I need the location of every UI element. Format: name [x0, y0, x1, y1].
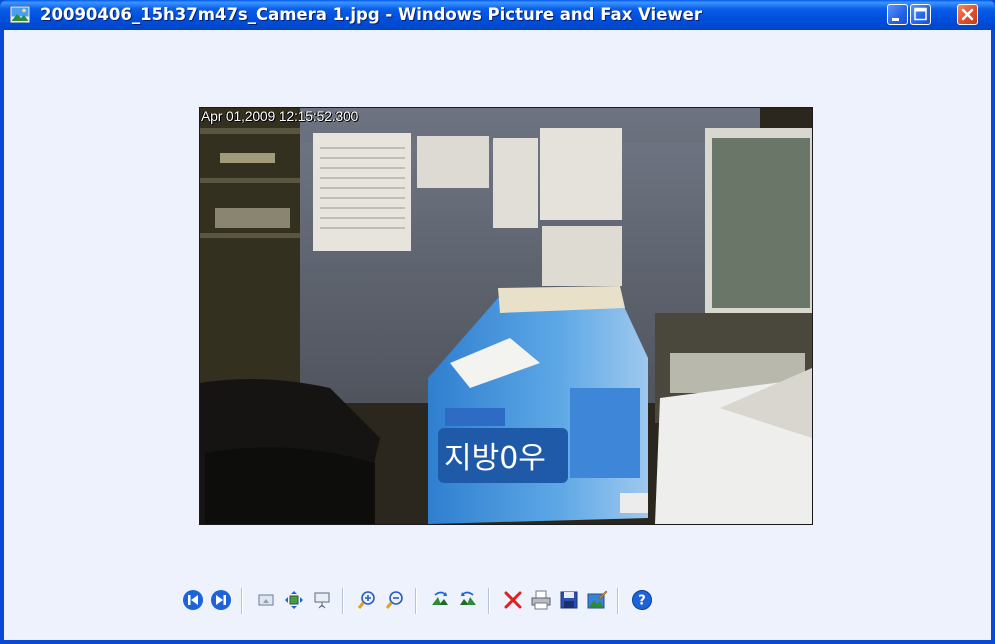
open-for-editing-button[interactable]: [583, 586, 611, 614]
next-image-button[interactable]: [207, 586, 235, 614]
previous-icon: [183, 590, 203, 610]
print-button[interactable]: [527, 586, 555, 614]
rotate-counterclockwise-icon: [460, 591, 476, 605]
title-bar[interactable]: 20090406_15h37m47s_Camera 1.jpg - Window…: [0, 0, 995, 30]
minimize-button[interactable]: [887, 4, 908, 25]
previous-image-button[interactable]: [179, 586, 207, 614]
help-button[interactable]: ?: [628, 586, 656, 614]
slideshow-icon: [314, 592, 330, 609]
toolbar-separator: [488, 588, 490, 614]
best-fit-button[interactable]: [252, 586, 280, 614]
viewer-toolbar: ?: [4, 586, 991, 622]
svg-text:?: ?: [638, 594, 646, 609]
actual-size-icon: [285, 591, 303, 609]
delete-button[interactable]: [499, 586, 527, 614]
copy-to-button[interactable]: [555, 586, 583, 614]
print-icon: [531, 590, 551, 610]
zoom-in-button[interactable]: [353, 586, 381, 614]
timestamp-overlay: Apr 01,2009 12:15:52.300: [201, 108, 359, 124]
toolbar-separator: [415, 588, 417, 614]
close-button[interactable]: [957, 4, 978, 25]
delete-icon: [504, 591, 522, 609]
next-icon: [211, 590, 231, 610]
minimize-icon: [892, 18, 899, 21]
rotate-clockwise-button[interactable]: [426, 586, 454, 614]
toolbar-separator: [241, 588, 243, 614]
zoom-out-icon: [385, 591, 403, 609]
actual-size-button[interactable]: [280, 586, 308, 614]
rotate-clockwise-icon: [432, 591, 448, 605]
maximize-button[interactable]: [910, 4, 931, 25]
slide-show-button[interactable]: [308, 586, 336, 614]
displayed-photo[interactable]: 지방0우 Apr 01,2009 12:15:52.300: [199, 107, 813, 525]
application-window: 20090406_15h37m47s_Camera 1.jpg - Window…: [0, 0, 995, 644]
photo-scene: 지방0우: [200, 108, 812, 524]
picture-viewer-icon: [10, 6, 30, 23]
svg-text:지방0우: 지방0우: [444, 441, 546, 476]
rotate-counterclockwise-button[interactable]: [454, 586, 482, 614]
window-title: 20090406_15h37m47s_Camera 1.jpg - Window…: [40, 5, 702, 24]
edit-icon: [587, 590, 608, 609]
viewer-area: 지방0우 Apr 01,2009 12:15:52.300 ?: [4, 30, 991, 640]
close-icon: [961, 8, 974, 21]
toolbar-separator: [617, 588, 619, 614]
save-icon: [560, 591, 578, 609]
best-fit-icon: [258, 594, 274, 606]
zoom-in-icon: [357, 591, 375, 609]
zoom-out-button[interactable]: [381, 586, 409, 614]
toolbar-separator: [342, 588, 344, 614]
maximize-icon: [914, 7, 927, 21]
help-icon: ?: [632, 590, 652, 610]
